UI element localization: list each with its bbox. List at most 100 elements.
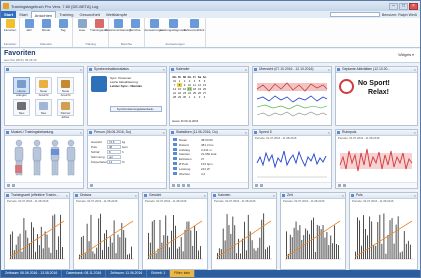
tab-gesundheit[interactable]: Gesundheit (76, 11, 102, 18)
bar-mark (149, 242, 151, 259)
tile-neu-2[interactable]: Neu (13, 99, 30, 116)
close-icon[interactable]: × (204, 193, 206, 198)
search-input[interactable] (329, 12, 380, 17)
close-icon[interactable]: × (414, 130, 416, 135)
bar-mark (309, 234, 310, 259)
bar-mark (224, 240, 226, 259)
mood-field[interactable]: gut (107, 154, 121, 159)
bar-mark (336, 244, 337, 259)
close-icon[interactable]: × (273, 193, 275, 198)
bar-mark (238, 238, 240, 259)
bar-mark (42, 248, 44, 259)
refresh-icon[interactable] (12, 184, 15, 187)
bar-mark (318, 225, 320, 259)
bar-mark (355, 251, 356, 259)
pulse-field[interactable]: 48 (107, 144, 121, 149)
bar-mark (255, 250, 257, 259)
close-icon[interactable]: × (414, 67, 416, 72)
tile-neu[interactable]: Neu (35, 99, 52, 116)
status-item: Datenbank: 08.11.2016 (62, 270, 107, 277)
close-icon[interactable]: × (80, 67, 82, 72)
bodyfat-field[interactable]: 13 (107, 159, 121, 164)
weight-field[interactable]: 72,5 (107, 139, 121, 144)
bar-mark (21, 251, 23, 259)
bar-mark (54, 214, 56, 259)
berichte-button[interactable]: Berichte (128, 19, 142, 32)
bar-mark (303, 235, 305, 259)
jahr-button[interactable]: Jahr (22, 19, 36, 32)
bar-mark (328, 245, 330, 259)
status-item: Zeitraum: 11.06.2016 (106, 270, 148, 277)
favoriten-button[interactable]: Favoriten (3, 19, 17, 32)
bar-mark (240, 253, 241, 259)
bar-mark (295, 221, 297, 259)
leistungsdiagnostik-button[interactable]: Leistungsdiagnostik (160, 19, 186, 32)
tab-start[interactable]: Start (16, 11, 30, 18)
tab-training[interactable]: Training (56, 11, 76, 18)
tile-partner-editor[interactable]: Partner Editor (57, 99, 74, 119)
trend-panel: Übersicht (07.10.2016 - 12.10.2016) × (252, 66, 332, 126)
settings-icon[interactable] (7, 184, 10, 187)
panel-footer (170, 182, 248, 188)
tile-heute-anlegen[interactable]: Heute anlegen (13, 77, 30, 97)
relax-text: Relax! (368, 89, 390, 96)
bar-mark (100, 213, 102, 259)
diagnostics-icon (168, 19, 178, 28)
panel-title: Synchronisationsstatus × (88, 67, 166, 73)
bar-mark (176, 248, 178, 259)
bar-mark (111, 242, 113, 259)
tag-button[interactable]: Tag (56, 19, 70, 32)
close-icon[interactable]: × (245, 130, 247, 135)
bar-mark (217, 253, 218, 259)
liste-button[interactable]: Liste (75, 19, 89, 32)
close-icon[interactable]: × (409, 2, 418, 10)
widgets-menu[interactable]: Widgets ▾ (398, 53, 414, 57)
trainingsplan-button[interactable]: Trainingsplan (90, 19, 108, 32)
close-icon[interactable]: × (245, 67, 247, 72)
close-icon[interactable]: × (328, 67, 330, 72)
panel-title: Zeit × (281, 193, 345, 199)
bar-mark (409, 244, 411, 259)
zusammenfassung-button[interactable]: Zusammenfassung (105, 19, 131, 32)
bar-mark (247, 214, 249, 259)
close-icon[interactable]: × (80, 130, 82, 135)
bar-mark (332, 243, 334, 259)
close-icon[interactable]: × (342, 193, 344, 198)
bar-mark (301, 239, 303, 259)
bar-mark (27, 237, 29, 259)
monat-button[interactable]: Monat (39, 19, 53, 32)
tile-neue-ansicht-2[interactable]: Neue Ansicht (57, 77, 74, 97)
close-icon[interactable]: × (163, 130, 165, 135)
jahresrueckblick-button[interactable]: Jahresrückblick (184, 19, 204, 32)
sync-db-button[interactable]: Synchronisierungsdatenbank... (110, 106, 162, 112)
close-icon[interactable]: × (135, 193, 137, 198)
close-icon[interactable]: × (66, 193, 68, 198)
ribbon-group-berichte: Zusammenfassung Berichte Berichte (105, 18, 145, 47)
close-icon[interactable]: × (414, 193, 416, 198)
bar-mark (403, 231, 405, 259)
sync-line-3: Letzter Sync.: Niemals (110, 84, 143, 88)
bar-mark (230, 233, 232, 259)
maximize-icon[interactable]: □ (399, 2, 408, 10)
tab-wettkaempfe[interactable]: Wettkämpfe (103, 11, 130, 18)
bar-mark (373, 244, 375, 259)
settings-icon[interactable] (90, 184, 93, 187)
tab-start-file[interactable]: Start (1, 11, 17, 18)
bar-mark (307, 230, 309, 259)
bar-mark (62, 247, 63, 259)
calendar-day[interactable]: 4 (202, 95, 207, 99)
bar-mark (395, 224, 397, 259)
close-icon[interactable]: × (163, 67, 165, 72)
close-icon[interactable]: × (328, 130, 330, 135)
bar-mark (58, 236, 60, 259)
tab-ansichten[interactable]: Ansichten (30, 11, 57, 18)
sleep-field[interactable]: 8 (107, 149, 121, 154)
bar-mark (35, 251, 36, 259)
person-row: Körperfettanteil 13% (91, 159, 125, 164)
minimize-icon[interactable]: – (389, 2, 398, 10)
filter-status[interactable]: Filter: kein (170, 270, 195, 277)
bar-mark (363, 215, 364, 259)
tile-neue-ansicht[interactable]: Neue Ansicht (35, 77, 52, 97)
window-controls: – □ × (388, 2, 418, 10)
ribbon-tabs: Start Start Ansichten Training Gesundhei… (1, 11, 420, 18)
